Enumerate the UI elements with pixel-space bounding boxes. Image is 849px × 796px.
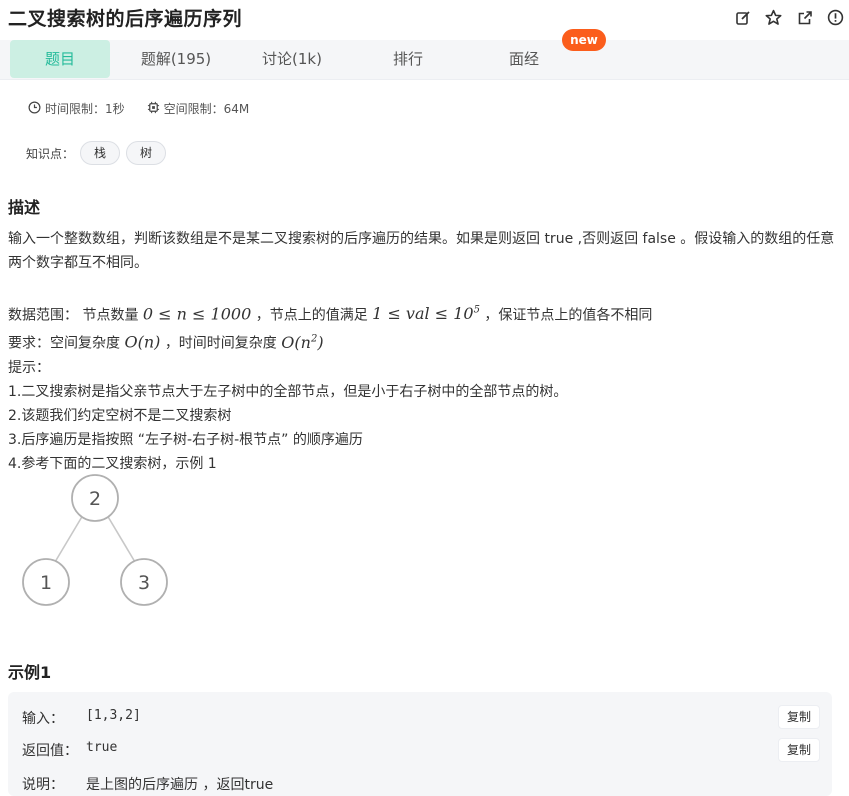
- input-value: [1,3,2]: [86, 708, 141, 723]
- example-box: 输入： [1,3,2] 复制 返回值： true 复制 说明： 是上图的后序遍历…: [8, 692, 832, 796]
- req-mid: ，时间时间复杂度: [164, 335, 277, 352]
- range-prefix: 数据范围： 节点数量: [8, 307, 139, 324]
- edge-root-right: [106, 514, 136, 563]
- edge-root-left: [54, 514, 84, 563]
- requirement: 要求：空间复杂度 O(n) ，时间时间复杂度 O(n2): [8, 327, 838, 355]
- range-math-val-exp: 5: [473, 305, 480, 316]
- data-range: 数据范围： 节点数量 0 ≤ n ≤ 1000 ，节点上的值满足 1 ≤ val…: [8, 299, 838, 327]
- tab-discussion[interactable]: 讨论(1k): [242, 40, 342, 78]
- tab-problem[interactable]: 题目: [10, 40, 110, 78]
- description-title: 描述: [8, 198, 41, 217]
- range-math-val: 1 ≤ val ≤ 105: [372, 304, 480, 323]
- range-mid: ，节点上的值满足: [255, 307, 368, 324]
- copy-return-button[interactable]: 复制: [778, 738, 820, 762]
- limits: 时间限制：1秒 空间限制：64M: [28, 100, 271, 117]
- example-title: 示例1: [8, 663, 52, 682]
- range-math-nodes: 0 ≤ n ≤ 1000: [142, 304, 252, 324]
- example-explain-row: 说明： 是上图的后序遍历 ，返回true: [22, 774, 273, 794]
- tab-ranking[interactable]: 排行: [358, 40, 458, 78]
- range-suffix: ，保证节点上的值各不相同: [484, 307, 653, 324]
- tag-stack[interactable]: 栈: [80, 141, 121, 165]
- star-icon[interactable]: [764, 8, 783, 27]
- time-limit-text: 时间限制：1秒: [45, 102, 125, 116]
- explain-label: 说明：: [22, 777, 64, 793]
- copy-input-button[interactable]: 复制: [778, 705, 820, 729]
- description-body: 输入一个整数数组，判断该数组是不是某二叉搜索树的后序遍历的结果。如果是则返回 t…: [8, 227, 838, 476]
- tab-bar: 题目 题解(195) 讨论(1k) 排行 面经: [0, 40, 849, 80]
- chip-icon: [147, 101, 164, 117]
- clock-icon: [28, 101, 45, 117]
- req-math-time-close: ): [317, 332, 324, 352]
- description-text: 输入一个整数数组，判断该数组是不是某二叉搜索树的后序遍历的结果。如果是则返回 t…: [8, 231, 835, 271]
- hint-1: 1.二叉搜索树是指父亲节点大于左子树中的全部节点，但是小于右子树中的全部节点的树…: [8, 383, 568, 400]
- explain-value: 是上图的后序遍历 ，返回true: [86, 777, 274, 793]
- space-limit: 空间限制：64M: [147, 100, 250, 117]
- hint-title: 提示：: [8, 359, 50, 376]
- req-math-time-base: O(n: [281, 332, 311, 352]
- tag-tree[interactable]: 树: [126, 141, 167, 165]
- req-prefix: 要求：空间复杂度: [8, 335, 120, 352]
- new-badge: new: [562, 29, 606, 51]
- space-limit-text: 空间限制：64M: [163, 102, 250, 116]
- node-left-label: 1: [40, 572, 52, 594]
- share-icon[interactable]: [795, 8, 814, 27]
- tab-interview[interactable]: 面经: [474, 40, 574, 78]
- example-input-row: 输入： [1,3,2]: [22, 708, 141, 728]
- page-title: 二叉搜索树的后序遍历序列: [8, 8, 243, 30]
- node-root-label: 2: [89, 488, 101, 510]
- return-label: 返回值：: [22, 743, 78, 759]
- knowledge-tags: 知识点： 栈 树: [26, 141, 167, 165]
- input-label: 输入：: [22, 711, 64, 727]
- example-return-row: 返回值： true: [22, 740, 117, 760]
- knowledge-label: 知识点：: [26, 146, 75, 161]
- header-actions: [733, 8, 845, 27]
- req-math-time: O(n2): [281, 333, 323, 352]
- edit-icon[interactable]: [733, 8, 752, 27]
- node-right-label: 3: [138, 572, 150, 594]
- tab-solutions[interactable]: 题解(195): [126, 40, 226, 78]
- return-value: true: [86, 740, 118, 755]
- hint-2: 2.该题我们约定空树不是二叉搜索树: [8, 407, 232, 424]
- bst-diagram: 2 1 3: [22, 474, 168, 606]
- hint-3: 3.后序遍历是指按照 “左子树-右子树-根节点” 的顺序遍历: [8, 431, 363, 448]
- range-math-val-base: 1 ≤ val ≤ 10: [372, 304, 474, 324]
- report-icon[interactable]: [826, 8, 845, 27]
- time-limit: 时间限制：1秒: [28, 100, 125, 117]
- req-math-space: O(n): [124, 332, 161, 352]
- header: 二叉搜索树的后序遍历序列: [0, 0, 849, 36]
